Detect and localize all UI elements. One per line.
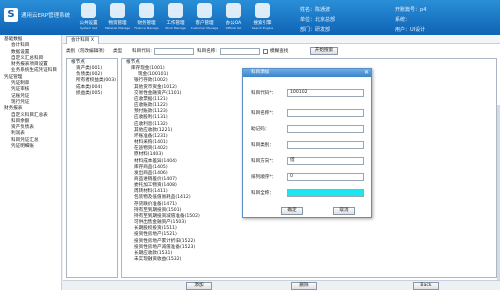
material-icon (110, 3, 125, 18)
tab-strip: 会计科目 X (63, 35, 500, 44)
name-label: 姓名： (300, 7, 316, 13)
add-button[interactable]: 添加 (186, 282, 212, 290)
search-engine-icon (255, 3, 270, 18)
nav-sublabel: Official OA (225, 26, 242, 30)
app-logo-icon: S (4, 8, 18, 22)
user-name: 陈通波 (315, 7, 331, 13)
sidebar-menu: 基础数据 会计科目 数据设置 自定义汇总科目 财务报表项目设置 业务系统生成凭证科目 凭证管… (0, 35, 62, 290)
nav-sublabel: System Set (79, 26, 98, 30)
field-label: 科目类别： (251, 143, 274, 148)
field-label: 科目名称*： (251, 111, 277, 116)
account-value: p4 (420, 7, 427, 13)
field-label: 科目全称： (251, 191, 274, 196)
nav-material[interactable]: 物资管理 Material Manage (103, 0, 132, 35)
oa-icon (226, 3, 241, 18)
cancel-button[interactable]: 取消 (333, 207, 355, 215)
work-icon (168, 3, 183, 18)
field-row: 科目名称*： (251, 109, 366, 117)
field-label: 助记码： (251, 127, 270, 132)
category-tree-node[interactable]: 损益类(005) (69, 91, 115, 97)
subject-category-field[interactable] (287, 141, 364, 149)
delete-button[interactable]: 删除 (291, 282, 317, 290)
name-label: 科目名称: (197, 49, 217, 54)
ok-button[interactable]: 确定 (281, 207, 303, 215)
system-set-icon (81, 3, 96, 18)
back-button[interactable]: Back (413, 282, 439, 290)
category-tree: 根节点 资产类(001) 负债类(002) 所有者权益类(003) 成本类(004) 损益… (66, 58, 118, 278)
company-value: 北京总部 (315, 17, 336, 23)
dept-value: 研发部 (315, 27, 331, 33)
main-nav: 公共设置 System Set 物资管理 Material Manage 财务管理 F… (74, 0, 277, 35)
dept-label: 部门： (300, 27, 316, 33)
nav-sublabel: Customer Manage (190, 26, 219, 30)
nav-sublabel: Search Engine (251, 26, 274, 30)
category-label: 类别（勿改编辑项） (66, 49, 108, 54)
user-value: UI设计 (410, 27, 426, 33)
name-search-input[interactable] (220, 48, 260, 55)
field-row: 科目方向*： 借 (251, 157, 366, 165)
nav-oa[interactable]: 办公OA Official OA (219, 0, 248, 35)
subject-tree-node[interactable]: 未实现融资收益(1532) (124, 257, 494, 263)
field-row: 科目代码*： 100102 (251, 89, 366, 97)
full-name-field[interactable] (287, 189, 364, 197)
nav-finance[interactable]: 财务管理 Finance Manage (132, 0, 161, 35)
field-label: 科目方向*： (251, 159, 277, 164)
subject-code-field[interactable]: 100102 (287, 89, 364, 97)
app-title: 通用云ERP管理系统 (21, 13, 71, 19)
code-search-input[interactable] (154, 48, 194, 55)
company-label: 单位： (300, 17, 316, 23)
subject-name-field[interactable] (287, 109, 364, 117)
search-toolbar: 类别（勿改编辑项） 类型 科目代码: 科目名称: 模糊查找 开始搜索 (66, 47, 497, 56)
finance-icon (139, 3, 154, 18)
dialog-title: 科目添加 (243, 69, 371, 77)
field-row: 助记码： (251, 125, 366, 133)
close-icon[interactable]: ✕ (364, 69, 369, 77)
tab-accounting-subjects[interactable]: 会计科目 X (66, 36, 99, 44)
nav-sublabel: Material Manage (104, 26, 131, 30)
user-info-right: 开账篇号：p4 系统： 用户：UI设计 (395, 5, 426, 35)
field-label: 科目代码*： (251, 91, 277, 96)
nav-search[interactable]: 搜索引擎 Search Engine (248, 0, 277, 35)
mnemonic-field[interactable] (287, 125, 364, 133)
customer-icon (197, 3, 212, 18)
bottom-bar: 添加 删除 Back (63, 280, 500, 290)
field-row: 科目类别： (251, 141, 366, 149)
code-label: 科目代码: (132, 49, 152, 54)
fuzzy-checkbox[interactable] (263, 49, 268, 54)
sort-order-field[interactable]: 0 (287, 173, 364, 181)
search-button[interactable]: 开始搜索 (310, 47, 338, 55)
direction-select[interactable]: 借 (287, 157, 364, 165)
field-row: 科目全称： (251, 189, 366, 197)
category-tree-node[interactable]: 所有者权益类(003) (69, 78, 116, 84)
app-header: S 通用云ERP管理系统 公共设置 System Set 物资管理 Material… (0, 0, 500, 35)
nav-sublabel: Work Manage (165, 26, 186, 30)
field-label: 排列顺序*： (251, 175, 277, 180)
fuzzy-label: 模糊查找 (270, 49, 289, 54)
sidebar-item[interactable]: 凭证明细账 (1, 144, 60, 150)
nav-system-set[interactable]: 公共设置 System Set (74, 0, 103, 35)
field-row: 排列顺序*： 0 (251, 173, 366, 181)
type-label: 类型 (113, 49, 123, 54)
nav-work[interactable]: 工作管理 Work Manage (161, 0, 190, 35)
user-label: 用户： (395, 27, 411, 33)
system-label: 系统： (395, 17, 411, 23)
user-info-left: 姓名：陈通波 单位：北京总部 部门：研发部 (300, 5, 335, 35)
nav-sublabel: Finance Manage (134, 26, 159, 30)
nav-customer[interactable]: 客户管理 Customer Manage (190, 0, 219, 35)
account-label: 开账篇号： (395, 7, 421, 13)
add-subject-dialog: 科目添加 ✕ 科目代码*： 100102 科目名称*： 助记码： 科目类别： 科目… (242, 68, 372, 218)
